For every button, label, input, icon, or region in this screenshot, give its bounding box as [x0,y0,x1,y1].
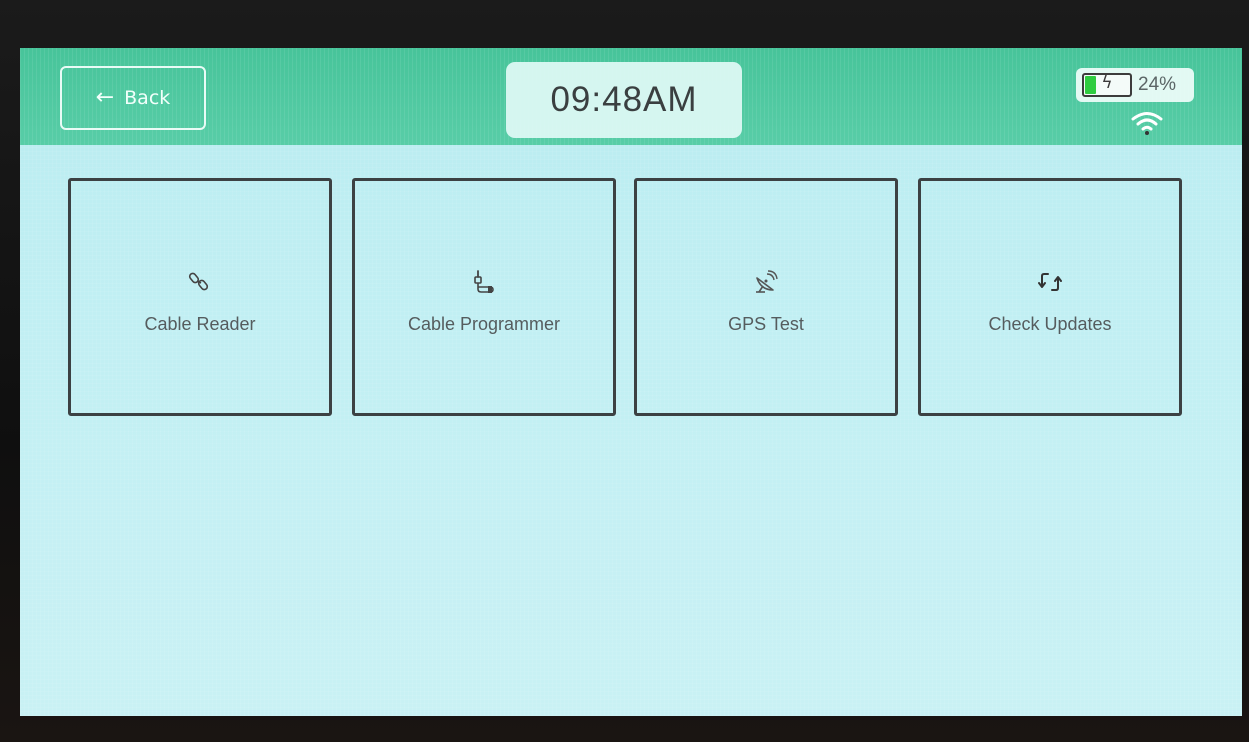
tile-label: GPS Test [728,314,804,334]
satellite-dish-icon [751,267,781,297]
arrow-left-icon: ← [95,85,115,110]
clock-time: 09:48AM [550,80,698,119]
status-area: ϟ 24% [1074,68,1194,138]
charging-bolt-icon: ϟ [1101,73,1113,93]
cable-connector-icon [185,267,215,297]
menu-tiles: Cable Reader Cable Programmer GPS Test C… [68,178,1192,418]
cable-plug-icon [469,267,499,297]
tile-label: Cable Programmer [407,314,561,334]
battery-percent: 24% [1138,74,1177,95]
tile-label: Cable Reader [144,314,256,334]
clock-display: 09:48AM [506,62,742,138]
wifi-icon [1130,110,1164,136]
device-screen: ← Back 09:48AM ϟ 24% Cable Reader Cable … [20,48,1242,716]
header-bar: ← Back 09:48AM ϟ 24% [20,48,1242,145]
tile-cable-programmer[interactable]: Cable Programmer [352,178,616,416]
battery-indicator: ϟ 24% [1076,68,1194,102]
battery-icon: ϟ [1082,73,1132,97]
back-button-label: Back [124,87,171,109]
tile-check-updates[interactable]: Check Updates [918,178,1182,416]
back-button[interactable]: ← Back [60,66,206,130]
refresh-arrows-icon [1035,267,1065,297]
tile-cable-reader[interactable]: Cable Reader [68,178,332,416]
tile-gps-test[interactable]: GPS Test [634,178,898,416]
tile-label: Check Updates [988,314,1112,334]
